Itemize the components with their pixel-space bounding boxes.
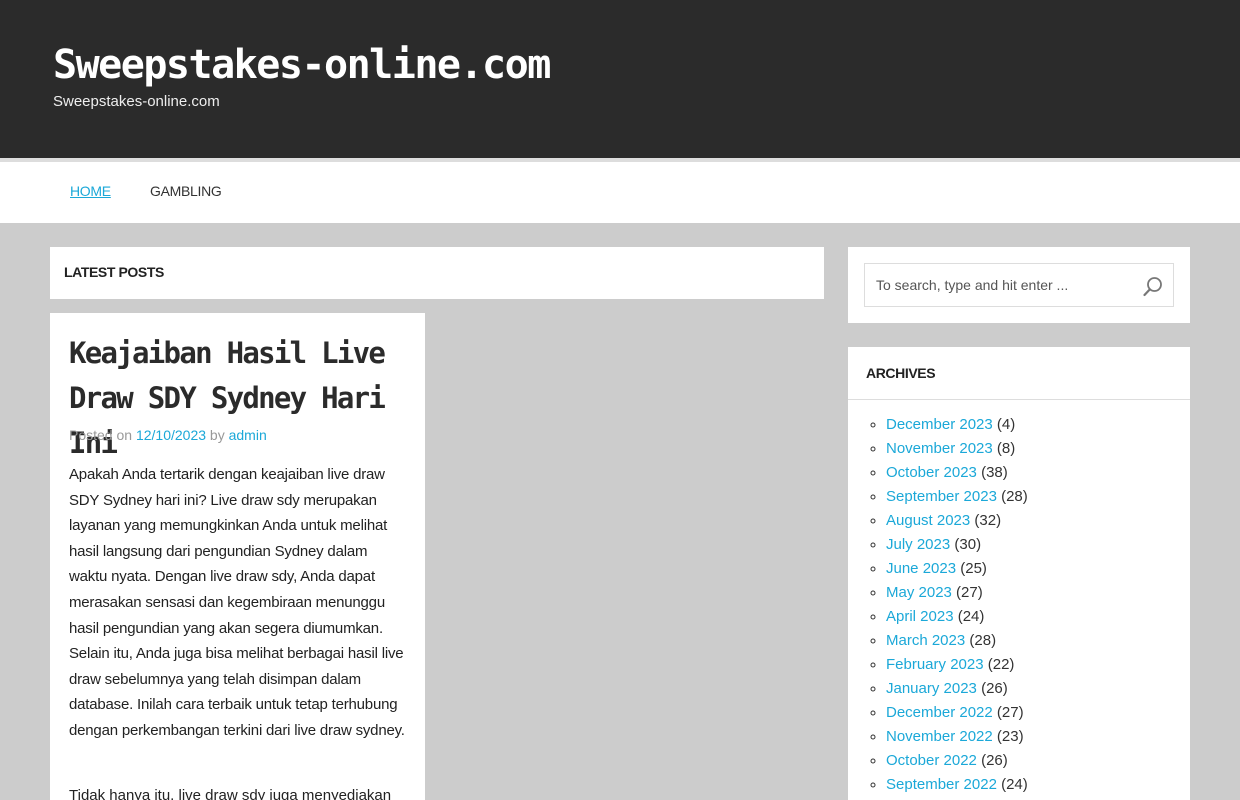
archive-item: February 2023 (22)	[886, 653, 1028, 677]
latest-posts-header: LATEST POSTS	[50, 247, 824, 299]
post-title[interactable]: Keajaiban Hasil Live Draw SDY Sydney Har…	[69, 331, 409, 466]
archive-link[interactable]: November 2023	[886, 440, 993, 457]
archive-count: (4)	[996, 416, 1016, 433]
archive-link[interactable]: April 2023	[886, 608, 954, 625]
archive-item: July 2023 (30)	[886, 533, 1028, 557]
post-date-link[interactable]: 12/10/2023	[136, 427, 206, 443]
search-icon[interactable]	[1142, 276, 1164, 298]
archive-item: November 2023 (8)	[886, 437, 1028, 461]
archive-count: (38)	[981, 464, 1008, 481]
archive-item: April 2023 (24)	[886, 605, 1028, 629]
archive-item: October 2022 (26)	[886, 749, 1028, 773]
archive-list: December 2023 (4) November 2023 (8) Octo…	[886, 413, 1028, 797]
archive-item: March 2023 (28)	[886, 629, 1028, 653]
archive-item: September 2022 (24)	[886, 773, 1028, 797]
section-title: LATEST POSTS	[64, 264, 164, 280]
archive-item: December 2022 (27)	[886, 701, 1028, 725]
archive-count: (24)	[957, 608, 985, 625]
archive-count: (8)	[996, 440, 1016, 457]
archives-header: ARCHIVES	[848, 347, 1190, 400]
archive-item: October 2023 (38)	[886, 461, 1028, 485]
archive-count: (23)	[996, 728, 1024, 745]
post-card: Keajaiban Hasil Live Draw SDY Sydney Har…	[50, 313, 425, 800]
archive-item: May 2023 (27)	[886, 581, 1028, 605]
main-navigation: HOME GAMBLING	[0, 162, 1240, 223]
archive-count: (24)	[1001, 776, 1028, 793]
archives-widget: ARCHIVES December 2023 (4) November 2023…	[848, 347, 1190, 800]
archive-count: (26)	[981, 752, 1008, 769]
post-body: Apakah Anda tertarik dengan keajaiban li…	[69, 466, 405, 739]
archives-title: ARCHIVES	[866, 365, 936, 381]
by-label: by	[209, 427, 225, 443]
archive-link[interactable]: June 2023	[886, 560, 956, 577]
archive-link[interactable]: October 2023	[886, 464, 977, 481]
archive-link[interactable]: March 2023	[886, 632, 965, 649]
post-body-continued: Tidak hanya itu, live draw sdy juga meny…	[69, 787, 392, 800]
archive-item: June 2023 (25)	[886, 557, 1028, 581]
archive-count: (28)	[969, 632, 997, 649]
archive-count: (30)	[954, 536, 982, 553]
archive-count: (28)	[1001, 488, 1028, 505]
archive-link[interactable]: November 2022	[886, 728, 993, 745]
post-author-link[interactable]: admin	[229, 427, 267, 443]
archive-item: August 2023 (32)	[886, 509, 1028, 533]
search-input[interactable]	[864, 263, 1174, 307]
archive-link[interactable]: February 2023	[886, 656, 984, 673]
archive-count: (22)	[987, 656, 1015, 673]
archive-item: November 2022 (23)	[886, 725, 1028, 749]
archive-link[interactable]: December 2023	[886, 416, 993, 433]
archive-link[interactable]: May 2023	[886, 584, 952, 601]
archive-link[interactable]: December 2022	[886, 704, 993, 721]
archive-link[interactable]: September 2022	[886, 776, 997, 793]
site-description: Sweepstakes-online.com	[53, 93, 220, 110]
archive-link[interactable]: October 2022	[886, 752, 977, 769]
archive-count: (26)	[981, 680, 1008, 697]
archive-count: (27)	[996, 704, 1024, 721]
archive-link[interactable]: September 2023	[886, 488, 997, 505]
archive-link[interactable]: July 2023	[886, 536, 950, 553]
archive-item: September 2023 (28)	[886, 485, 1028, 509]
post-meta: Posted on 12/10/2023 by admin	[69, 427, 267, 443]
site-title[interactable]: Sweepstakes-online.com	[53, 42, 551, 88]
site-header: Sweepstakes-online.com Sweepstakes-onlin…	[0, 0, 1240, 158]
archive-count: (27)	[956, 584, 983, 601]
archive-item: January 2023 (26)	[886, 677, 1028, 701]
archive-item: December 2023 (4)	[886, 413, 1028, 437]
nav-item-home[interactable]: HOME	[70, 183, 111, 199]
archive-count: (32)	[974, 512, 1002, 529]
archive-link[interactable]: August 2023	[886, 512, 970, 529]
search-widget	[848, 247, 1190, 323]
archive-link[interactable]: January 2023	[886, 680, 977, 697]
posted-on-label: Posted on	[69, 427, 133, 443]
archive-count: (25)	[960, 560, 987, 577]
nav-item-gambling[interactable]: GAMBLING	[150, 183, 222, 199]
